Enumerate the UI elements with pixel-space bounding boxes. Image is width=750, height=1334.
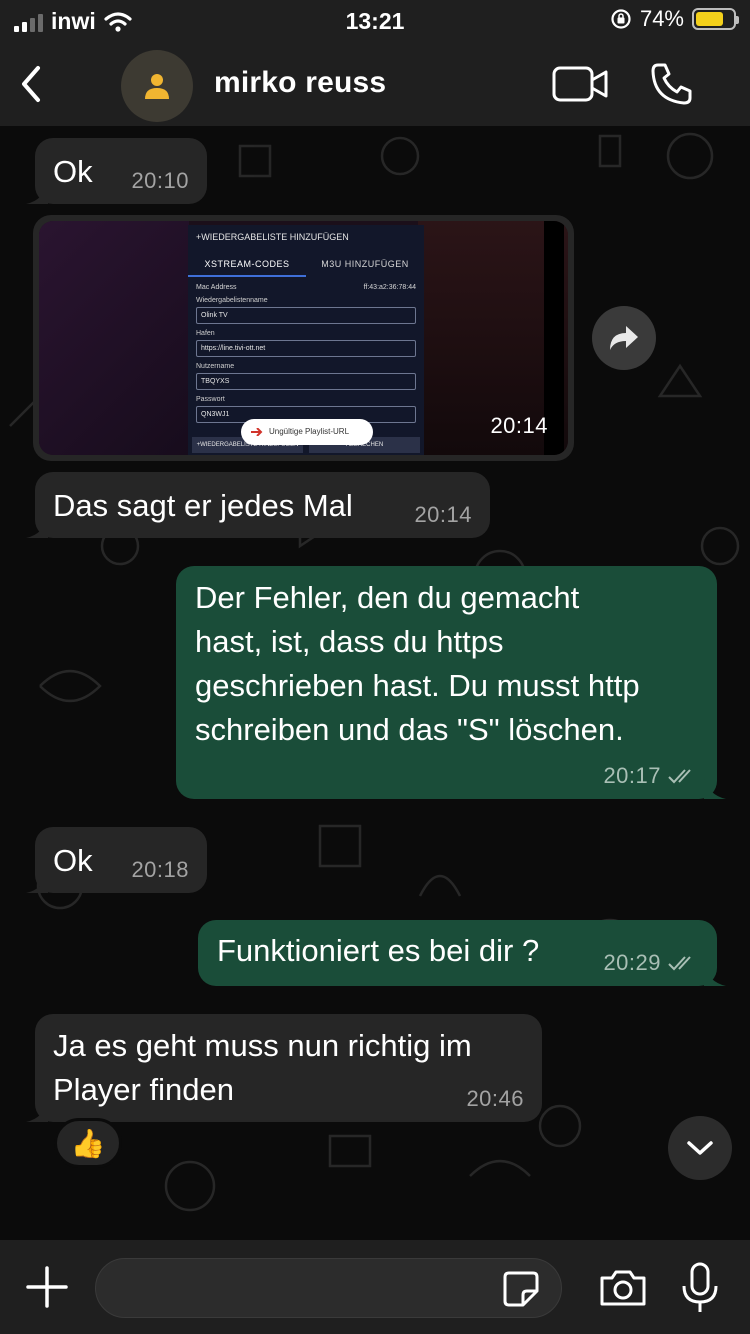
message-text: Funktioniert es bei dir ? [217, 933, 540, 968]
bubble-tail [704, 777, 726, 799]
message-line: hast, ist, dass du https [195, 624, 504, 659]
microphone-icon[interactable] [680, 1262, 720, 1314]
message-line: Der Fehler, den du gemacht [195, 580, 580, 615]
thumb-toast: Ungültige Playlist-URL [241, 419, 373, 445]
message-text: Der Fehler, den du gemacht hast, ist, da… [195, 576, 640, 752]
thumb-user-field: TBQYXS [196, 373, 416, 390]
thumb-dialog-title: +WIEDERGABELISTE HINZUFÜGEN [196, 232, 349, 242]
message-text: Das sagt er jedes Mal [53, 488, 353, 523]
read-receipt-icon [668, 769, 691, 784]
message-bubble-outgoing[interactable]: Funktioniert es bei dir ? 20:29 [198, 920, 726, 986]
status-right: 74% [610, 6, 739, 32]
thumb-tab-m3u: M3U HINZUFÜGEN [321, 259, 409, 269]
chevron-down-icon [687, 1141, 713, 1155]
thumb-user-label: Nutzername [196, 363, 235, 370]
message-input-field[interactable] [95, 1258, 562, 1318]
message-time: 20:14 [490, 413, 548, 438]
message-bubble-incoming[interactable]: Ok 20:10 [26, 138, 207, 204]
bubble-tail [26, 516, 48, 538]
plus-icon[interactable] [24, 1264, 70, 1310]
screenshot-thumbnail[interactable]: +WIEDERGABELISTE HINZUFÜGEN XSTREAM-CODE… [39, 221, 568, 455]
message-time: 20:17 [603, 763, 661, 788]
bubble-tail [26, 1100, 48, 1122]
bubble-tail [704, 964, 726, 986]
battery-fill [696, 12, 723, 26]
thumb-tabs: XSTREAM-CODES M3U HINZUFÜGEN [188, 251, 424, 277]
read-receipt-icon [668, 956, 691, 971]
forward-button[interactable] [592, 306, 656, 370]
reaction-badge[interactable]: 👍 [54, 1118, 122, 1168]
thumb-mac-label: Mac Address [196, 284, 237, 291]
message-bubble-incoming[interactable]: Das sagt er jedes Mal 20:14 [26, 472, 490, 538]
forward-arrow-icon [610, 326, 638, 350]
message-bubble-incoming[interactable]: Ja es geht muss nun richtig im Player fi… [26, 1014, 542, 1122]
message-image-incoming[interactable]: +WIEDERGABELISTE HINZUFÜGEN XSTREAM-CODE… [33, 215, 574, 461]
thumb-tab-xstream: XSTREAM-CODES [188, 251, 306, 277]
bubble-tail [26, 871, 48, 893]
thumb-host-field: https://line.tivi-ott.net [196, 340, 416, 357]
contact-name[interactable]: mirko reuss [214, 66, 386, 100]
message-line: schreiben und das "S" löschen. [195, 712, 624, 747]
message-text: Ok [53, 843, 93, 878]
message-line: Player finden [53, 1072, 234, 1107]
thumb-mac-value: ff:43:a2:36:78:44 [363, 284, 416, 291]
message-bubble-incoming[interactable]: Ok 20:18 [26, 827, 207, 893]
video-camera-icon[interactable] [551, 64, 611, 106]
toast-arrow-icon [251, 428, 263, 436]
message-meta: 20:17 [603, 763, 699, 789]
avatar[interactable] [121, 50, 193, 122]
thumb-host-label: Hafen [196, 330, 215, 337]
battery-icon [692, 8, 739, 30]
avatar-person-icon [145, 74, 169, 99]
status-bar: inwi 13:21 74% [0, 0, 750, 44]
message-time: 20:18 [131, 857, 189, 882]
battery-percent: 74% [639, 6, 684, 31]
message-line: geschrieben hast. Du musst http [195, 668, 640, 703]
message-time: 20:14 [414, 502, 472, 527]
bubble-tail [26, 182, 48, 204]
chat-area[interactable]: Ok 20:10 +WIEDERGABELISTE HINZUFÜGEN XST… [0, 126, 750, 1240]
message-line: Ja es geht muss nun richtig im [53, 1028, 472, 1063]
message-meta: 20:29 [603, 950, 699, 976]
message-text: Ja es geht muss nun richtig im Player fi… [53, 1024, 472, 1112]
message-time: 20:10 [131, 168, 189, 193]
back-chevron-icon[interactable] [14, 62, 48, 106]
thumbs-up-icon: 👍 [70, 1127, 106, 1159]
thumb-pass-label: Passwort [196, 396, 225, 403]
camera-icon[interactable] [598, 1268, 648, 1308]
message-input[interactable] [116, 1259, 496, 1317]
rotation-lock-icon [611, 9, 631, 29]
thumb-toast-text: Ungültige Playlist-URL [269, 427, 350, 436]
thumb-left-pane [39, 221, 189, 455]
input-bar [0, 1240, 750, 1334]
thumb-playlist-label: Wiedergabelistenname [196, 297, 268, 304]
thumb-playlist-field: Olink TV [196, 307, 416, 324]
thumb-mac-row: Mac Address ff:43:a2:36:78:44 [188, 281, 424, 295]
phone-icon[interactable] [648, 60, 696, 108]
chat-header: mirko reuss [0, 44, 750, 126]
message-text: Ok [53, 154, 93, 189]
sticker-icon[interactable] [501, 1269, 541, 1309]
message-bubble-outgoing[interactable]: Der Fehler, den du gemacht hast, ist, da… [176, 566, 726, 799]
scroll-to-bottom-button[interactable] [668, 1116, 732, 1180]
message-time: 20:29 [603, 950, 661, 975]
message-time: 20:46 [466, 1086, 524, 1111]
